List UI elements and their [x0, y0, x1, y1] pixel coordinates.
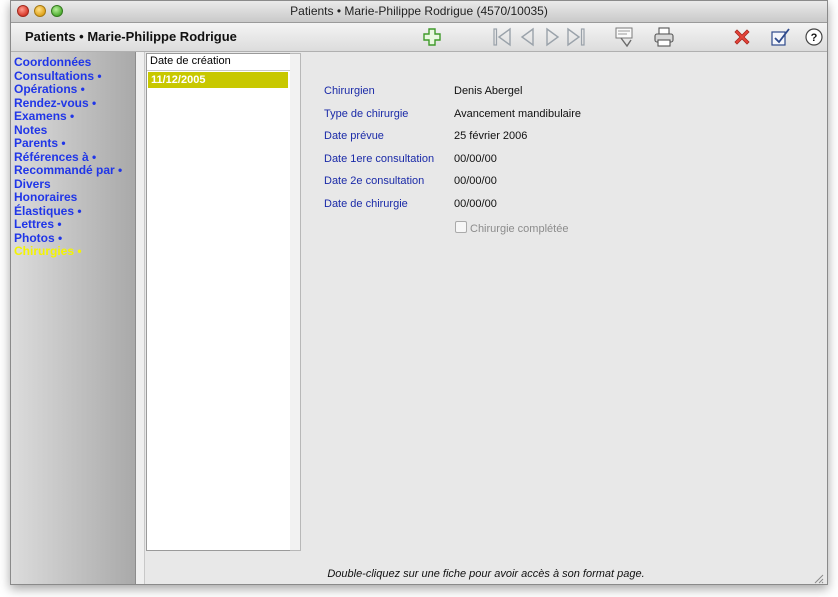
field-value[interactable]: Avancement mandibulaire — [454, 108, 581, 120]
sidebar-splitter[interactable] — [136, 52, 145, 584]
field-label: Date de chirurgie — [324, 197, 408, 210]
field-label: Type de chirurgie — [324, 107, 409, 120]
field-label: Date 1ere consultation — [324, 152, 435, 165]
help-icon[interactable]: ? — [803, 26, 825, 48]
field-date-1ere-consultation: Date 1ere consultation 00/00/00 — [324, 153, 804, 176]
page-title: Patients • Marie-Philippe Rodrigue — [25, 29, 237, 44]
sidebar-item-coordonnees[interactable]: Coordonnées — [14, 55, 135, 70]
field-label: Chirurgien — [324, 85, 375, 97]
sidebar-item-lettres[interactable]: Lettres • — [14, 217, 135, 232]
field-label: Date 2e consultation — [324, 175, 425, 187]
surgery-detail: Chirurgien Denis Abergel Type de chirurg… — [324, 85, 804, 220]
patient-window: Patients • Marie-Philippe Rodrigue (4570… — [10, 0, 828, 585]
field-date-chirurgie: Date de chirurgie 00/00/00 — [324, 198, 804, 221]
next-record-icon[interactable] — [541, 26, 563, 48]
sidebar-item-recommande-par[interactable]: Recommandé par • — [14, 163, 135, 178]
sidebar-nav: Coordonnées Consultations • Opérations •… — [11, 52, 136, 584]
sidebar-item-honoraires[interactable]: Honoraires — [14, 190, 135, 205]
field-date-2e-consultation: Date 2e consultation 00/00/00 — [324, 175, 804, 198]
field-value[interactable]: Denis Abergel — [454, 85, 523, 97]
sidebar-item-references[interactable]: Références à • — [14, 150, 135, 165]
field-value[interactable]: 00/00/00 — [454, 198, 497, 210]
surgery-completed-checkbox-row: Chirurgie complétée — [455, 221, 568, 235]
field-value[interactable]: 25 février 2006 — [454, 130, 527, 142]
previous-record-icon[interactable] — [517, 26, 539, 48]
stamp-icon[interactable] — [613, 26, 635, 48]
add-icon[interactable] — [421, 26, 443, 48]
sidebar-item-parents[interactable]: Parents • — [14, 136, 135, 151]
field-value[interactable]: 00/00/00 — [454, 153, 497, 165]
sidebar-item-elastiques[interactable]: Élastiques • — [14, 204, 135, 219]
first-record-icon[interactable] — [491, 26, 513, 48]
field-type-chirurgie: Type de chirurgie Avancement mandibulair… — [324, 108, 804, 131]
list-item[interactable]: 11/12/2005 — [148, 72, 288, 88]
toolbar: Patients • Marie-Philippe Rodrigue ? — [11, 23, 827, 52]
list-scrollbar[interactable] — [290, 53, 301, 551]
svg-text:?: ? — [811, 32, 818, 44]
surgery-completed-checkbox[interactable] — [455, 221, 467, 233]
sidebar-item-rendez-vous[interactable]: Rendez-vous • — [14, 96, 135, 111]
validate-icon[interactable] — [769, 26, 791, 48]
record-list: Date de création 11/12/2005 — [146, 53, 291, 551]
delete-icon[interactable] — [731, 26, 753, 48]
window-title: Patients • Marie-Philippe Rodrigue (4570… — [290, 4, 548, 18]
checkbox-label: Chirurgie complétée — [470, 223, 569, 235]
sidebar-item-examens[interactable]: Examens • — [14, 109, 135, 124]
field-date-prevue: Date prévue 25 février 2006 — [324, 130, 804, 153]
sidebar-item-photos[interactable]: Photos • — [14, 231, 135, 246]
field-value[interactable]: 00/00/00 — [454, 175, 497, 187]
sidebar-item-consultations[interactable]: Consultations • — [14, 69, 135, 84]
footer-hint: Double-cliquez sur une fiche pour avoir … — [327, 568, 645, 580]
field-chirurgien: Chirurgien Denis Abergel — [324, 85, 804, 108]
print-icon[interactable] — [653, 26, 675, 48]
sidebar-item-notes[interactable]: Notes — [14, 123, 135, 138]
resize-grip-icon[interactable] — [814, 571, 824, 584]
sidebar-item-divers[interactable]: Divers — [14, 177, 135, 192]
sidebar-item-chirurgies[interactable]: Chirurgies • — [14, 244, 135, 259]
title-bar[interactable]: Patients • Marie-Philippe Rodrigue (4570… — [11, 1, 827, 23]
list-column-header[interactable]: Date de création — [147, 54, 290, 71]
last-record-icon[interactable] — [565, 26, 587, 48]
sidebar-item-operations[interactable]: Opérations • — [14, 82, 135, 97]
field-label: Date prévue — [324, 130, 384, 142]
